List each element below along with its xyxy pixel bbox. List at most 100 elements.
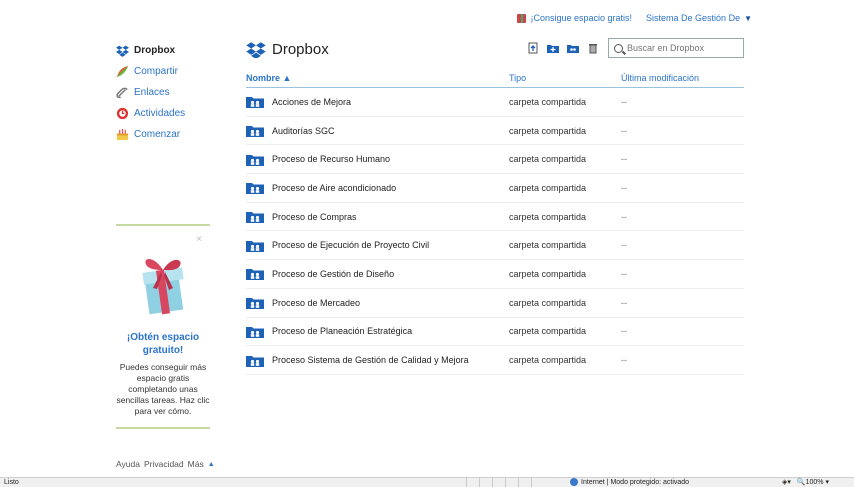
file-name-cell[interactable]: Proceso de Recurso Humano <box>246 153 509 166</box>
file-name[interactable]: Acciones de Mejora <box>272 97 351 107</box>
file-list: Acciones de Mejora carpeta compartida -- Au… <box>246 88 744 375</box>
file-name[interactable]: Auditorías SGC <box>272 126 335 136</box>
file-modified-cell: -- <box>621 211 627 222</box>
file-modified-cell: -- <box>621 125 627 136</box>
account-name: Sistema De Gestión De <box>646 13 741 23</box>
new-folder-icon[interactable] <box>547 42 559 54</box>
dropbox-logo-icon <box>246 41 266 58</box>
table-row[interactable]: Proceso de Planeación Estratégica carpeta… <box>246 318 744 347</box>
file-type-cell: carpeta compartida <box>509 125 587 136</box>
link-icon <box>116 87 128 99</box>
start-icon <box>116 128 129 141</box>
sidebar-item-label: Actividades <box>134 108 186 119</box>
file-name-cell[interactable]: Acciones de Mejora <box>246 95 509 109</box>
file-type-cell: carpeta compartida <box>509 211 587 222</box>
brand[interactable]: Dropbox <box>246 41 329 58</box>
file-type-cell: carpeta compartida <box>509 154 587 165</box>
free-space-promo[interactable]: × ¡Obtén espacio gratuito! Puedes conseg… <box>116 224 210 429</box>
column-modified[interactable]: Última modificación <box>621 73 744 83</box>
main-header: Dropbox <box>246 36 744 62</box>
trash-icon[interactable] <box>587 42 599 54</box>
file-name-cell[interactable]: Proceso de Aire acondicionado <box>246 181 509 195</box>
table-row[interactable]: Proceso de Compras carpeta compartida -- <box>246 203 744 232</box>
file-modified-cell: -- <box>621 297 627 308</box>
zoom-control[interactable]: 🔍100% ▾ <box>797 478 829 486</box>
file-name[interactable]: Proceso de Planeación Estratégica <box>272 326 412 336</box>
account-menu[interactable]: Sistema De Gestión De ▼ <box>646 13 752 23</box>
sidebar: Dropbox Compartir Enlaces Actividades Co… <box>116 40 212 145</box>
file-name-cell[interactable]: Proceso de Planeación Estratégica <box>246 325 509 338</box>
shared-folder-icon <box>246 269 264 281</box>
caret-down-icon: ▼ <box>744 13 752 23</box>
upload-icon[interactable] <box>527 42 539 54</box>
file-name[interactable]: Proceso de Compras <box>272 212 357 222</box>
table-row[interactable]: Proceso de Mercadeo carpeta compartida -- <box>246 289 744 318</box>
column-name[interactable]: Nombre ▲ <box>246 73 509 83</box>
table-row[interactable]: Proceso de Aire acondicionado carpeta com… <box>246 174 744 203</box>
file-name[interactable]: Proceso de Recurso Humano <box>272 154 390 164</box>
top-bar: ¡Consigue espacio gratis! Sistema De Ges… <box>517 10 752 26</box>
file-name[interactable]: Proceso de Mercadeo <box>272 298 360 308</box>
file-modified-cell: -- <box>621 182 627 193</box>
column-header: Nombre ▲ Tipo Última modificación <box>246 69 744 88</box>
file-name-cell[interactable]: Proceso de Gestión de Diseño <box>246 267 509 281</box>
shared-folder-icon <box>246 154 264 166</box>
close-icon[interactable]: × <box>116 234 210 246</box>
sidebar-item-label: Dropbox <box>134 45 176 56</box>
status-text: Listo <box>4 479 19 486</box>
file-name-cell[interactable]: Proceso Sistema de Gestión de Calidad y … <box>246 354 509 367</box>
sidebar-item-links[interactable]: Enlaces <box>116 82 212 103</box>
shared-folder-icon <box>246 326 264 338</box>
file-modified-cell: -- <box>621 355 627 366</box>
table-row[interactable]: Auditorías SGC carpeta compartida -- <box>246 117 744 146</box>
file-name-cell[interactable]: Auditorías SGC <box>246 124 509 138</box>
status-separators <box>466 478 544 487</box>
file-type-cell: carpeta compartida <box>509 297 587 308</box>
caret-up-icon[interactable]: ▲ <box>208 461 215 468</box>
security-zone-label: Internet | Modo protegido: activado <box>581 478 690 486</box>
file-modified-cell: -- <box>621 96 627 107</box>
dropbox-icon <box>116 45 129 57</box>
get-free-space-link[interactable]: ¡Consigue espacio gratis! <box>517 13 632 23</box>
file-name[interactable]: Proceso Sistema de Gestión de Calidad y … <box>272 355 469 365</box>
table-row[interactable]: Proceso de Recurso Humano carpeta compart… <box>246 145 744 175</box>
search-icon <box>614 43 623 53</box>
table-row[interactable]: Proceso de Ejecución de Proyecto Civil ca… <box>246 231 744 261</box>
shared-folder-icon[interactable] <box>567 42 579 54</box>
page-title: Dropbox <box>272 40 329 58</box>
sidebar-item-dropbox[interactable]: Dropbox <box>116 40 212 61</box>
table-row[interactable]: Acciones de Mejora carpeta compartida -- <box>246 88 744 117</box>
sidebar-item-label: Comenzar <box>134 129 181 140</box>
file-type-cell: carpeta compartida <box>509 182 587 193</box>
search-input[interactable] <box>627 43 737 53</box>
file-name-cell[interactable]: Proceso de Mercadeo <box>246 296 509 310</box>
sidebar-item-get-started[interactable]: Comenzar <box>116 124 212 145</box>
table-row[interactable]: Proceso de Gestión de Diseño carpeta comp… <box>246 260 744 289</box>
protected-mode-icon[interactable]: ◈▾ <box>782 478 791 486</box>
shared-folder-icon <box>246 126 264 138</box>
file-name[interactable]: Proceso de Gestión de Diseño <box>272 269 394 279</box>
privacy-link[interactable]: Privacidad <box>144 459 184 469</box>
file-name[interactable]: Proceso de Aire acondicionado <box>272 183 396 193</box>
sidebar-item-share[interactable]: Compartir <box>116 61 212 82</box>
gift-icon <box>517 13 527 23</box>
file-name-cell[interactable]: Proceso de Ejecución de Proyecto Civil <box>246 239 509 252</box>
column-type[interactable]: Tipo <box>509 73 621 83</box>
file-type-cell: carpeta compartida <box>509 268 587 279</box>
file-type-cell: carpeta compartida <box>509 355 587 366</box>
more-link[interactable]: Más <box>188 459 204 469</box>
promo-divider <box>116 224 210 226</box>
shared-folder-icon <box>246 355 264 367</box>
zoom-level: 100% <box>805 479 824 486</box>
shared-folder-icon <box>246 183 264 195</box>
promo-title: ¡Obtén espacio gratuito! <box>126 332 200 356</box>
file-name-cell[interactable]: Proceso de Compras <box>246 210 509 224</box>
help-link[interactable]: Ayuda <box>116 459 140 469</box>
table-row[interactable]: Proceso Sistema de Gestión de Calidad y … <box>246 346 744 375</box>
file-modified-cell: -- <box>621 240 627 251</box>
get-free-space-label: ¡Consigue espacio gratis! <box>530 13 633 23</box>
file-name[interactable]: Proceso de Ejecución de Proyecto Civil <box>272 240 429 250</box>
search-box[interactable] <box>608 38 744 58</box>
activity-icon <box>116 107 129 120</box>
sidebar-item-activity[interactable]: Actividades <box>116 103 212 124</box>
